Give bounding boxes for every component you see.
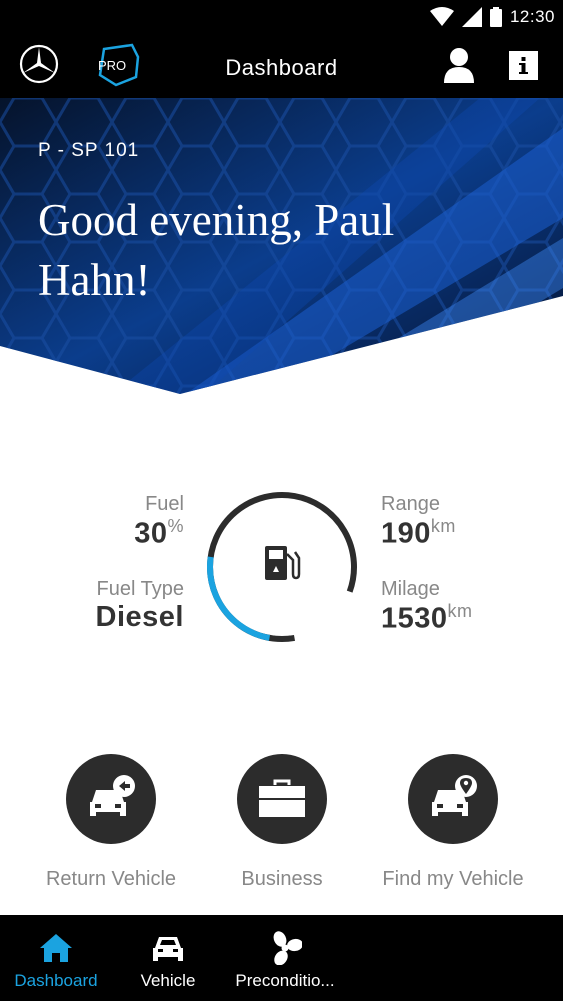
fuel-type-stat: Fuel Type Diesel	[96, 578, 184, 634]
user-icon[interactable]	[442, 47, 476, 83]
nav-preconditioning[interactable]: Preconditio...	[230, 915, 340, 1001]
battery-icon	[489, 7, 502, 27]
vehicle-plate: P - SP 101	[38, 140, 140, 161]
car-icon	[153, 937, 183, 961]
milage-stat: Milage 1530km	[381, 578, 473, 636]
business-button[interactable]	[237, 754, 327, 844]
gauge-fill	[207, 556, 271, 641]
fuel-label: Fuel	[145, 493, 184, 515]
return-vehicle-icon	[90, 775, 135, 816]
find-vehicle-button[interactable]	[408, 754, 498, 844]
nav-preconditioning-label: Preconditio...	[235, 971, 335, 990]
app-bar: PRO Dashboard	[0, 35, 563, 98]
fuel-type-label: Fuel Type	[96, 578, 184, 600]
signal-icon	[461, 7, 482, 27]
range-unit: km	[430, 516, 456, 536]
fuel-stat: Fuel 30%	[134, 493, 184, 551]
return-vehicle-label[interactable]: Return Vehicle	[21, 868, 201, 891]
wifi-icon	[429, 7, 454, 26]
range-label: Range	[381, 493, 440, 515]
milage-label: Milage	[381, 578, 440, 600]
fuel-value: 30	[134, 517, 168, 550]
find-vehicle-icon	[432, 775, 477, 816]
return-vehicle-button[interactable]	[66, 754, 156, 844]
fuel-gauge	[207, 492, 357, 642]
range-value: 190	[381, 517, 431, 550]
fuel-type-value: Diesel	[95, 601, 184, 633]
greeting-text: Good evening, Paul Hahn!	[38, 195, 395, 305]
status-bar: 12:30	[0, 0, 563, 35]
range-stat: Range 190km	[381, 493, 456, 551]
nav-dashboard[interactable]: Dashboard	[6, 915, 106, 1001]
nav-dashboard-label: Dashboard	[14, 971, 98, 990]
nav-vehicle-label: Vehicle	[140, 971, 196, 990]
info-icon[interactable]	[509, 51, 538, 80]
clock: 12:30	[509, 7, 555, 26]
fuel-unit: %	[167, 516, 184, 536]
fuel-pump-icon	[265, 546, 301, 580]
milage-unit: km	[447, 601, 473, 621]
hero-banner: P - SP 101 Good evening, Paul Hahn!	[0, 98, 563, 398]
bottom-navigation: Dashboard Vehicle Preconditio...	[0, 915, 563, 1001]
briefcase-icon	[259, 779, 305, 817]
fan-icon	[273, 931, 302, 965]
milage-value: 1530	[381, 602, 448, 635]
find-vehicle-label[interactable]: Find my Vehicle	[363, 868, 543, 891]
page-title: Dashboard	[225, 55, 338, 80]
home-icon	[40, 934, 72, 962]
business-label[interactable]: Business	[202, 868, 362, 891]
nav-vehicle[interactable]: Vehicle	[118, 915, 218, 1001]
